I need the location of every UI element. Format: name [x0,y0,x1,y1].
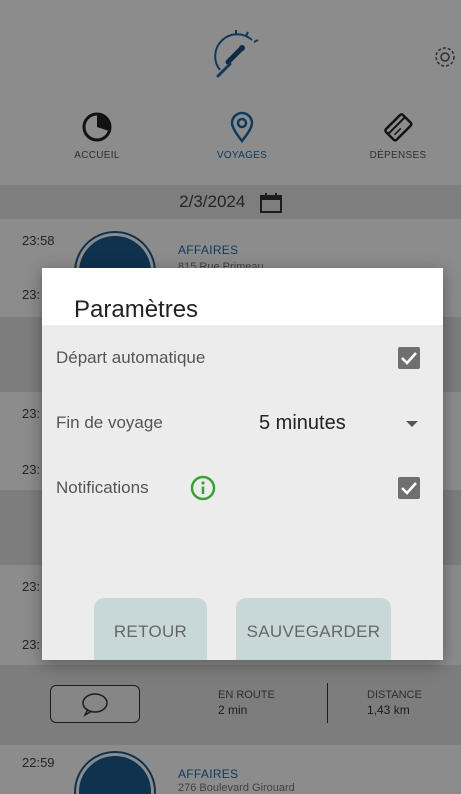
end-trip-row: Fin de voyage 5 minutes [42,403,443,443]
chevron-down-icon [406,421,418,427]
app-screen: ACCUEIL VOYAGES DÉPENSES 2/3/2024 23:58 … [0,0,461,794]
notifications-label: Notifications [56,478,149,497]
end-trip-value: 5 minutes [259,412,346,434]
info-icon[interactable] [190,475,216,501]
notifications-row: Notifications [42,468,443,508]
auto-depart-row: Départ automatique [42,338,443,378]
auto-depart-label: Départ automatique [56,348,206,367]
settings-dialog: Paramètres Départ automatique Fin de voy… [42,268,443,660]
dialog-header: Paramètres [42,268,443,325]
auto-depart-checkbox[interactable] [398,347,420,369]
dialog-title: Paramètres [74,296,199,323]
checkmark-icon [401,482,417,495]
checkmark-icon [401,352,417,365]
notifications-checkbox[interactable] [398,477,420,499]
back-button[interactable]: RETOUR [94,598,207,660]
save-button[interactable]: SAUVEGARDER [236,598,391,660]
end-trip-label: Fin de voyage [56,413,163,432]
